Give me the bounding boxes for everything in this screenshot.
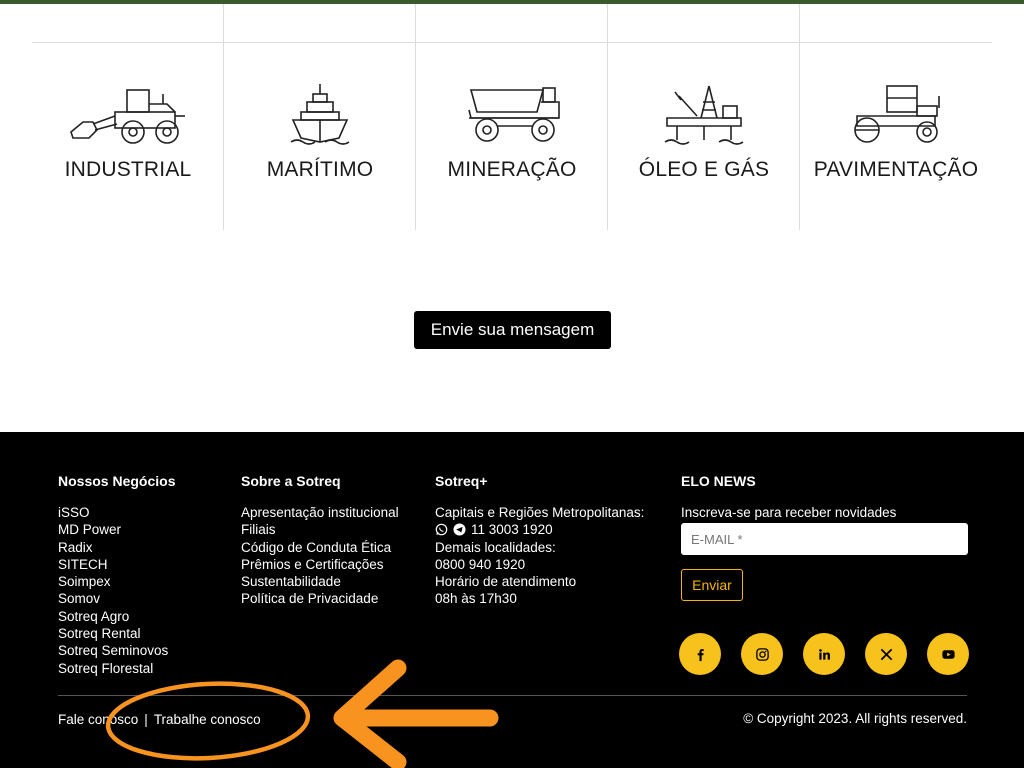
send-button[interactable]: Enviar — [681, 569, 743, 601]
site-footer: Nossos Negócios iSSO MD Power Radix SITE… — [0, 432, 1024, 768]
bottom-links: Fale conosco | Trabalhe conosco — [58, 712, 261, 727]
sector-label: ÓLEO E GÁS — [638, 158, 770, 181]
x-icon[interactable] — [865, 633, 907, 675]
about-link[interactable]: Política de Privacidade — [241, 590, 399, 607]
business-link[interactable]: Sotreq Florestal — [58, 660, 175, 677]
send-message-button[interactable]: Envie sua mensagem — [414, 311, 611, 349]
copyright-text: © Copyright 2023. All rights reserved. — [743, 711, 967, 726]
about-column: Sobre a Sotreq Apresentação instituciona… — [241, 473, 399, 608]
sector-label: INDUSTRIAL — [64, 158, 192, 181]
business-link[interactable]: Sotreq Agro — [58, 608, 175, 625]
sector-oleo-e-gas[interactable]: ÓLEO E GÁS — [608, 4, 800, 230]
email-field[interactable] — [681, 523, 968, 555]
sector-label: MINERAÇÃO — [447, 158, 577, 181]
phone-row: 11 3003 1920 — [435, 521, 644, 538]
ship-icon — [255, 82, 385, 148]
business-link[interactable]: iSSO — [58, 504, 175, 521]
plus-title: Sotreq+ — [435, 473, 488, 489]
newsletter-title: ELO NEWS — [681, 473, 756, 489]
telegram-icon[interactable] — [453, 523, 466, 536]
facebook-icon[interactable] — [679, 633, 721, 675]
oil-rig-icon — [639, 82, 769, 148]
links-separator: | — [144, 712, 148, 727]
wheel-loader-icon — [63, 82, 193, 148]
instagram-icon[interactable] — [741, 633, 783, 675]
road-roller-icon — [831, 82, 961, 148]
business-link[interactable]: Soimpex — [58, 573, 175, 590]
sector-pavimentacao[interactable]: PAVIMENTAÇÃO — [800, 4, 992, 230]
work-with-us-link[interactable]: Trabalhe conosco — [154, 712, 261, 727]
sector-label: MARÍTIMO — [266, 158, 374, 181]
hours-label: Horário de atendimento — [435, 574, 577, 590]
newsletter-subtitle: Inscreva-se para receber novidades — [681, 505, 897, 520]
sector-mineracao[interactable]: MINERAÇÃO — [416, 4, 608, 230]
capitals-label: Capitais e Regiões Metropolitanas: — [435, 505, 645, 520]
business-link[interactable]: MD Power — [58, 521, 175, 538]
business-link[interactable]: Radix — [58, 539, 175, 556]
business-link[interactable]: Somov — [58, 590, 175, 607]
phone-capitals[interactable]: 11 3003 1920 — [471, 521, 553, 538]
about-link[interactable]: Apresentação institucional — [241, 504, 399, 521]
linkedin-icon[interactable] — [803, 633, 845, 675]
about-link[interactable]: Código de Conduta Ética — [241, 539, 399, 556]
sector-label: PAVIMENTAÇÃO — [813, 158, 979, 181]
footer-divider — [58, 695, 967, 696]
business-title: Nossos Negócios — [58, 473, 176, 489]
business-link[interactable]: Sotreq Seminovos — [58, 642, 175, 659]
sector-maritimo[interactable]: MARÍTIMO — [224, 4, 416, 230]
about-link[interactable]: Sustentabilidade — [241, 573, 399, 590]
phone-other[interactable]: 0800 940 1920 — [435, 556, 644, 573]
whatsapp-icon[interactable] — [435, 523, 448, 536]
hours-value: 08h às 17h30 — [435, 591, 517, 607]
business-link[interactable]: SITECH — [58, 556, 175, 573]
about-title: Sobre a Sotreq — [241, 473, 341, 489]
about-link[interactable]: Filiais — [241, 521, 399, 538]
sector-industrial[interactable]: INDUSTRIAL — [32, 4, 224, 230]
about-link[interactable]: Prêmios e Certificações — [241, 556, 399, 573]
business-link[interactable]: Sotreq Rental — [58, 625, 175, 642]
other-locations-label: Demais localidades: — [435, 539, 556, 555]
youtube-icon[interactable] — [927, 633, 969, 675]
social-links — [679, 633, 969, 675]
business-column: Nossos Negócios iSSO MD Power Radix SITE… — [58, 473, 175, 677]
contact-us-link[interactable]: Fale conosco — [58, 712, 138, 727]
newsletter-column: ELO NEWS Inscreva-se para receber novida… — [681, 473, 968, 601]
sectors-grid: INDUSTRIAL MARÍTIMO MINERAÇÃO ÓLEO E GÁS… — [32, 4, 992, 230]
sotreq-plus-column: Sotreq+ Capitais e Regiões Metropolitana… — [435, 473, 644, 608]
dump-truck-icon — [447, 82, 577, 148]
